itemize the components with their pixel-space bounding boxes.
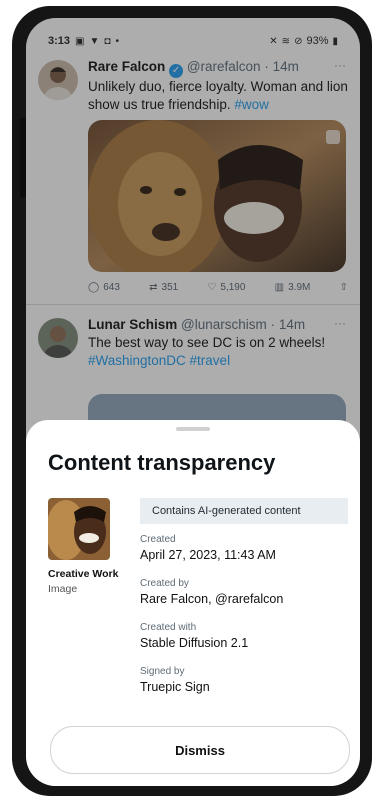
field-signed-by: Signed by Truepic Sign — [140, 666, 210, 694]
field-label: Created — [140, 534, 176, 545]
ai-generated-badge: Contains AI-generated content — [140, 498, 348, 524]
creative-work-type: Image — [48, 583, 78, 595]
field-value: Stable Diffusion 2.1 — [140, 636, 249, 650]
field-value: April 27, 2023, 11:43 AM — [140, 548, 276, 562]
field-value: Truepic Sign — [140, 680, 210, 694]
field-value: Rare Falcon, @rarefalcon — [140, 592, 284, 606]
creative-work-title: Creative Work — [48, 568, 119, 580]
phone-screen: 3:13 ▣ ▼ ◘ • ✕ ≋ ⊘ 93% ▮ Rare Falcon ✓ @… — [26, 18, 360, 786]
field-created-by: Created by Rare Falcon, @rarefalcon — [140, 578, 283, 606]
creative-work-thumbnail — [48, 498, 110, 560]
field-created-with: Created with Stable Diffusion 2.1 — [140, 622, 248, 650]
field-label: Created by — [140, 578, 189, 589]
sheet-grabber[interactable] — [176, 427, 210, 431]
field-label: Signed by — [140, 666, 185, 677]
content-transparency-sheet: Content transparency Creative Work Image… — [26, 420, 360, 786]
sheet-title: Content transparency — [48, 450, 276, 475]
dismiss-button[interactable]: Dismiss — [50, 726, 350, 774]
field-label: Created with — [140, 622, 197, 633]
field-created: Created April 27, 2023, 11:43 AM — [140, 534, 276, 562]
